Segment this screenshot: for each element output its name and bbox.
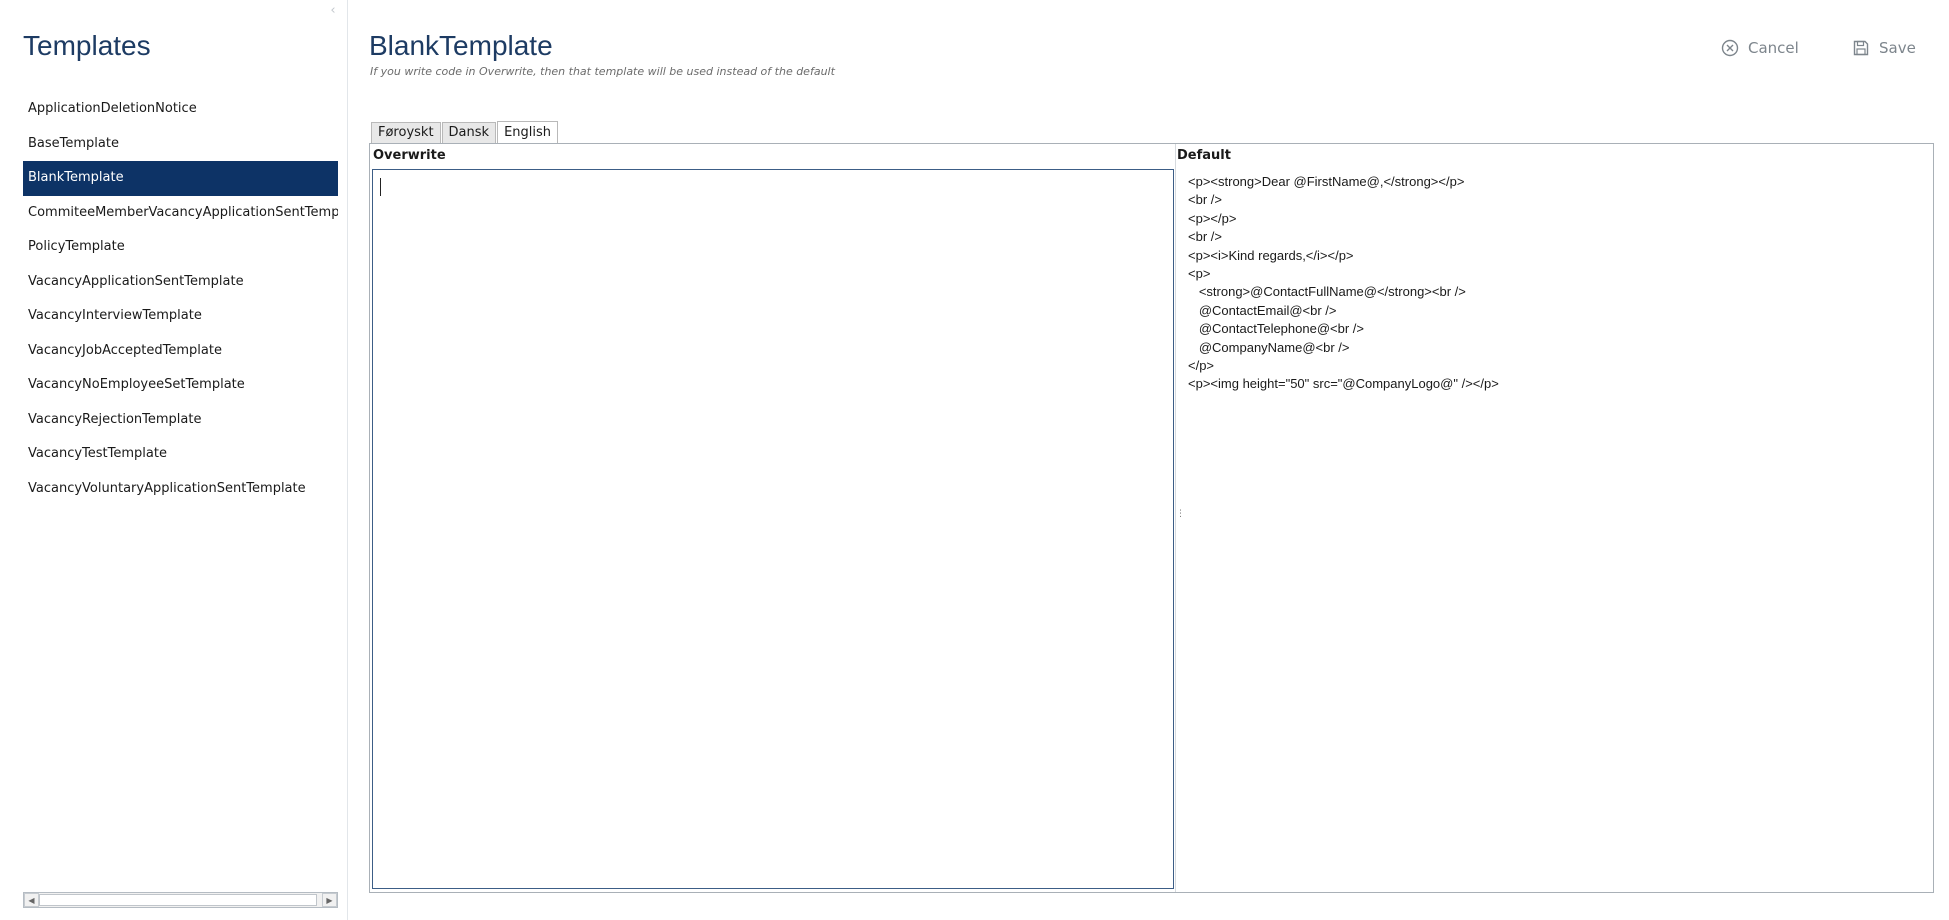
cancel-label: Cancel <box>1748 39 1799 57</box>
template-item-policy-template[interactable]: PolicyTemplate <box>23 230 338 265</box>
scroll-left-icon[interactable]: ◀ <box>24 893 39 907</box>
template-item-vacancy-voluntary-application-sent[interactable]: VacancyVoluntaryApplicationSentTemplate <box>23 472 338 507</box>
save-button[interactable]: Save <box>1852 36 1916 60</box>
overwrite-label: Overwrite <box>373 148 446 163</box>
page-subtitle: If you write code in Overwrite, then tha… <box>370 65 835 78</box>
default-code-view: <p><strong>Dear @FirstName@,</strong></p… <box>1188 174 1499 392</box>
collapse-sidebar-icon[interactable]: ‹ <box>326 4 340 18</box>
close-circle-icon <box>1721 39 1739 57</box>
language-tabs: Føroyskt Dansk English <box>371 120 559 145</box>
tab-english[interactable]: English <box>497 121 559 145</box>
template-item-vacancy-application-sent[interactable]: VacancyApplicationSentTemplate <box>23 265 338 300</box>
overwrite-textarea[interactable] <box>372 169 1174 889</box>
sidebar-title: Templates <box>23 30 151 61</box>
text-caret <box>380 178 381 196</box>
floppy-disk-icon <box>1853 40 1869 56</box>
template-item-commitee-member-vacancy[interactable]: CommiteeMemberVacancyApplicationSentTemp… <box>23 196 338 231</box>
tab-foroyskt[interactable]: Føroyskt <box>371 122 441 144</box>
template-item-blank-template[interactable]: BlankTemplate <box>23 161 338 196</box>
template-item-application-deletion-notice[interactable]: ApplicationDeletionNotice <box>23 92 338 127</box>
scrollbar-thumb[interactable] <box>39 894 317 906</box>
save-label: Save <box>1879 39 1916 57</box>
template-editor: Overwrite ⋮ Default <p><strong>Dear @Fir… <box>369 143 1934 893</box>
templates-sidebar: ‹ Templates ApplicationDeletionNotice Ba… <box>0 0 348 920</box>
sidebar-horizontal-scrollbar[interactable]: ◀ ▶ <box>23 892 338 908</box>
template-item-vacancy-job-accepted[interactable]: VacancyJobAcceptedTemplate <box>23 334 338 369</box>
template-item-vacancy-interview[interactable]: VacancyInterviewTemplate <box>23 299 338 334</box>
scroll-right-icon[interactable]: ▶ <box>322 893 337 907</box>
template-item-vacancy-no-employee-set[interactable]: VacancyNoEmployeeSetTemplate <box>23 368 338 403</box>
template-item-base-template[interactable]: BaseTemplate <box>23 127 338 162</box>
default-label: Default <box>1177 148 1231 163</box>
splitter-grip-icon[interactable]: ⋮ <box>1176 510 1185 526</box>
template-item-vacancy-rejection[interactable]: VacancyRejectionTemplate <box>23 403 338 438</box>
template-list: ApplicationDeletionNotice BaseTemplate B… <box>23 92 338 506</box>
template-item-vacancy-test[interactable]: VacancyTestTemplate <box>23 437 338 472</box>
tab-dansk[interactable]: Dansk <box>441 122 497 144</box>
page-title: BlankTemplate <box>369 30 553 61</box>
cancel-button[interactable]: Cancel <box>1721 36 1799 60</box>
